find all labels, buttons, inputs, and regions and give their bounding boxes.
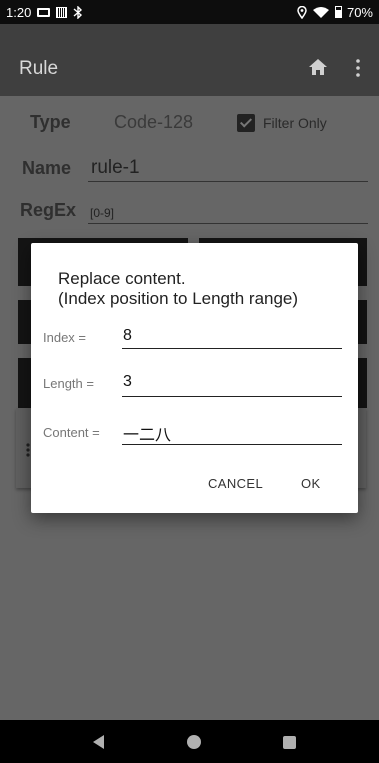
regex-underline — [88, 223, 368, 224]
content-underline — [122, 444, 342, 445]
length-label: Length = — [43, 376, 94, 391]
bluetooth-icon — [73, 5, 83, 19]
name-label: Name — [22, 158, 72, 178]
cancel-button[interactable]: CANCEL — [208, 476, 263, 491]
regex-label: RegEx — [20, 200, 77, 220]
recents-icon[interactable] — [283, 736, 296, 749]
dialog-title: Replace content. (Index position to Leng… — [58, 269, 299, 308]
name-input[interactable]: rule-1 — [91, 157, 140, 179]
regex-input[interactable]: [0-9] — [90, 206, 114, 220]
location-icon — [297, 5, 307, 19]
app-title: Rule — [19, 58, 59, 79]
replace-content-dialog: Replace content. (Index position to Leng… — [31, 243, 358, 513]
status-bar: 1:20 70% — [0, 0, 379, 24]
content-label: Content = — [43, 425, 100, 440]
index-label: Index = — [43, 330, 87, 345]
back-icon[interactable] — [93, 735, 104, 749]
length-input[interactable]: 3 — [123, 373, 132, 391]
home-nav-icon[interactable] — [187, 735, 201, 749]
length-underline — [122, 396, 342, 397]
wifi-icon — [312, 6, 329, 18]
index-input[interactable]: 8 — [123, 327, 132, 345]
filter-only-label: Filter Only — [263, 115, 327, 131]
cast-icon — [37, 7, 51, 17]
home-icon[interactable] — [308, 57, 328, 77]
app-bar: Rule — [0, 24, 379, 96]
ok-button[interactable]: OK — [301, 476, 321, 491]
name-underline — [88, 181, 368, 182]
filter-only-toggle[interactable]: Filter Only — [237, 114, 327, 132]
more-options-icon[interactable] — [353, 58, 363, 78]
filter-only-checkbox[interactable] — [237, 114, 255, 132]
index-underline — [122, 348, 342, 349]
barcode-icon — [56, 6, 68, 18]
content-input[interactable]: 一二八 — [123, 421, 171, 445]
status-time: 1:20 — [6, 4, 32, 20]
battery-percent: 70% — [346, 4, 373, 20]
system-nav-bar — [0, 720, 379, 763]
battery-icon — [334, 6, 342, 18]
type-value[interactable]: Code-128 — [114, 112, 193, 133]
type-label: Type — [30, 112, 71, 132]
